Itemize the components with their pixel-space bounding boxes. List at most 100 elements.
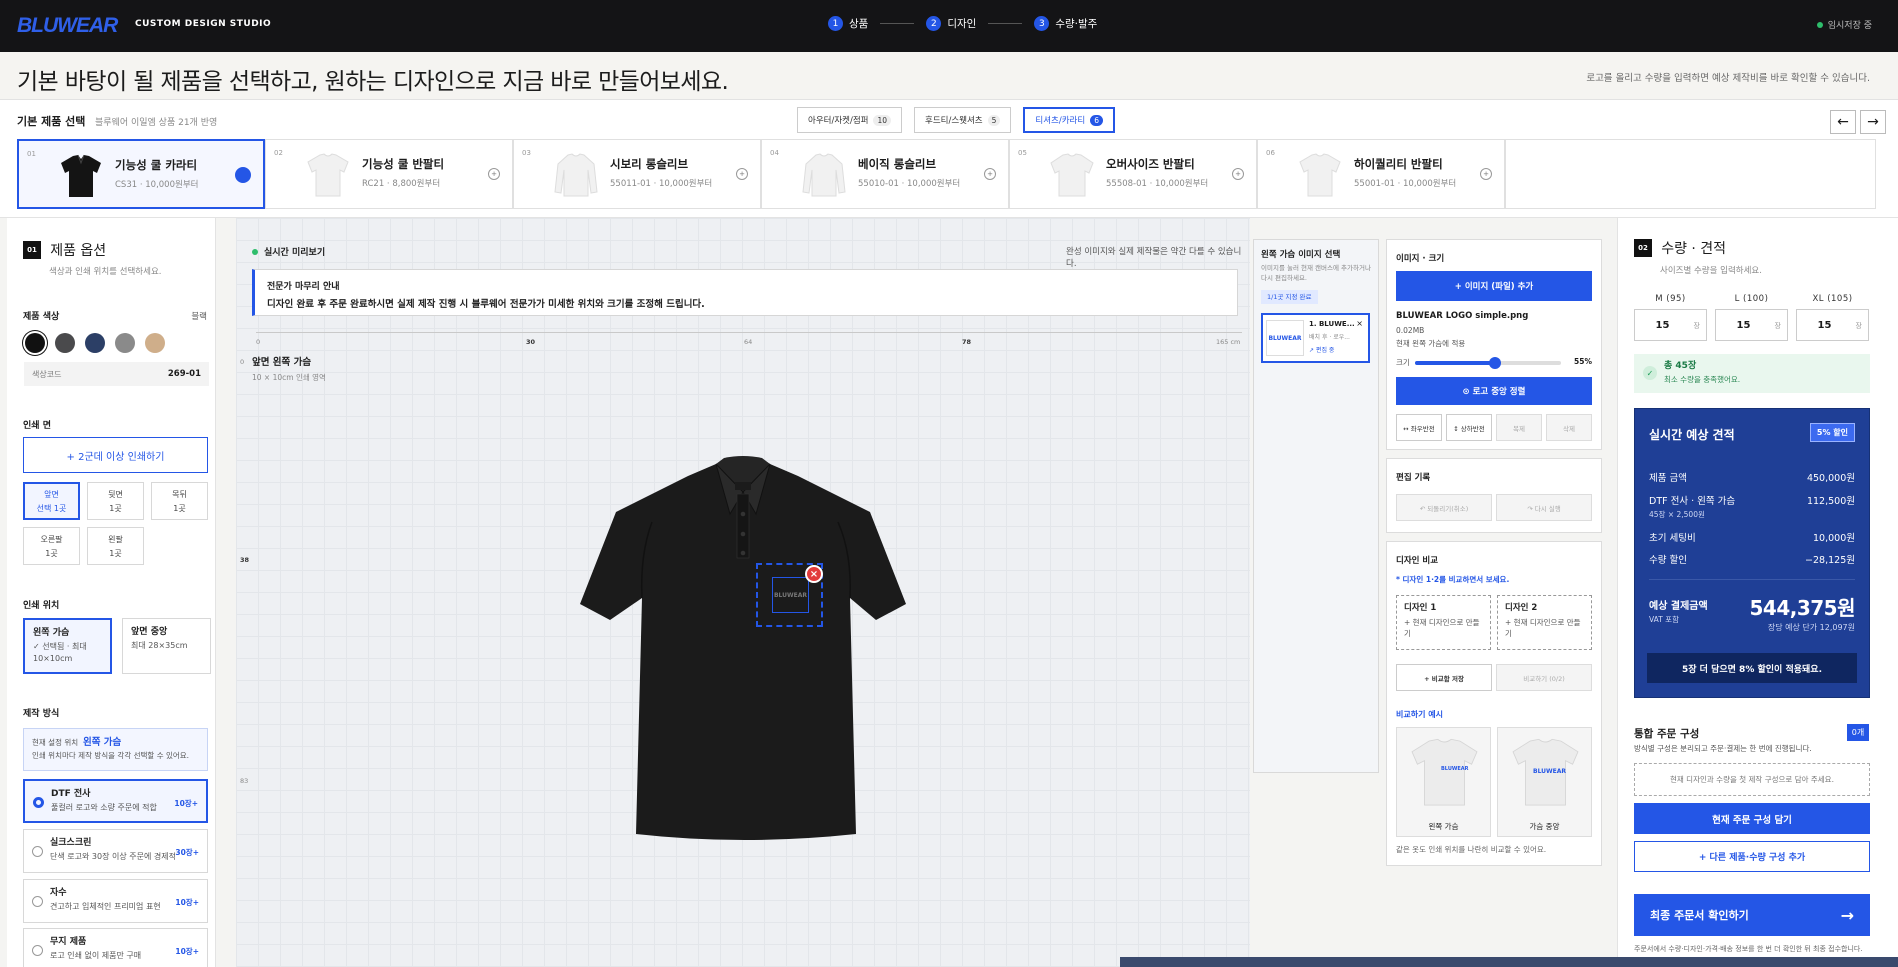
- discount-badge: 5% 할인: [1809, 423, 1855, 442]
- quantity-input[interactable]: 15 장: [1796, 309, 1869, 341]
- color-swatch[interactable]: [145, 333, 165, 353]
- method-dtf[interactable]: DTF 전사 풀컬러 로고와 소량 주문에 적합 10장+: [23, 779, 208, 823]
- bottom-overlay-strip: [1120, 957, 1898, 967]
- add-print-face-button[interactable]: + 2군데 이상 인쇄하기: [23, 437, 208, 473]
- estimate-row: 초기 세팅비 10,000원: [1649, 533, 1855, 544]
- view-compare-button[interactable]: 비교하기 (0/2): [1496, 664, 1592, 691]
- color-swatches: [25, 333, 165, 353]
- edit-history-panel: 편집 기록 ↶ 되돌리기(취소) ↷ 다시 실행: [1386, 458, 1602, 533]
- flip-horizontal-button[interactable]: ↔ 좌우반전: [1396, 414, 1442, 441]
- color-swatch[interactable]: [115, 333, 135, 353]
- product-card[interactable]: 03 시보리 롱슬리브 55011-01 · 10,000원부터 +: [513, 139, 761, 209]
- close-icon[interactable]: ×: [1356, 319, 1363, 328]
- live-preview-label: 실시간 미리보기: [252, 245, 325, 258]
- method-embroidery[interactable]: 자수 견고하고 입체적인 프리미엄 표현 10장+: [23, 879, 208, 923]
- plus-circle-icon: +: [736, 168, 748, 180]
- face-front[interactable]: 앞면 선택 1곳: [23, 482, 80, 520]
- product-card[interactable]: 05 오버사이즈 반팔티 55508-01 · 10,000원부터 +: [1009, 139, 1257, 209]
- product-selector-subtitle: 블루웨어 이일엠 상품 21개 반영: [95, 118, 218, 128]
- color-swatch[interactable]: [25, 333, 45, 353]
- ruler-tick: 30: [526, 338, 536, 346]
- flip-vertical-button[interactable]: ↕ 상하반전: [1446, 414, 1492, 441]
- quantity-input[interactable]: 15 장: [1634, 309, 1707, 341]
- product-card-list: 01 기능성 쿨 카라티 CS31 · 10,000원부터 02 기능성 쿨 반…: [17, 139, 1876, 209]
- save-compare-button[interactable]: + 비교함 저장: [1396, 664, 1492, 691]
- category-tab-hoodie[interactable]: 후드티/스웻셔츠 5: [914, 107, 1012, 133]
- color-swatch[interactable]: [55, 333, 75, 353]
- design-slot-2[interactable]: 디자인 2 + 현재 디자인으로 만들기: [1497, 595, 1592, 650]
- step-divider: [880, 23, 915, 24]
- product-card[interactable]: 04 베이직 롱슬리브 55010-01 · 10,000원부터 +: [761, 139, 1009, 209]
- combo-empty-state: 현재 디자인과 수량을 첫 제작 구성으로 담아 주세요.: [1634, 763, 1870, 796]
- image-select-title: 왼쪽 가슴 이미지 선택: [1261, 250, 1341, 260]
- hero-banner: 기본 바탕이 될 제품을 선택하고, 원하는 디자인으로 지금 바로 만들어보세…: [0, 52, 1898, 100]
- product-card[interactable]: 06 하이퀄리티 반팔티 55001-01 · 10,000원부터 +: [1257, 139, 1505, 209]
- ruler-tick: 83: [240, 777, 249, 785]
- selected-radio-icon: [235, 167, 251, 183]
- logo-placement[interactable]: BLUWEAR: [772, 577, 809, 613]
- plus-circle-icon: +: [984, 168, 996, 180]
- file-name: BLUWEAR LOGO simple.png: [1396, 311, 1529, 321]
- step-divider: [988, 23, 1023, 24]
- brand-logo[interactable]: BLUWEAR: [17, 14, 118, 38]
- combo-title: 통합 주문 구성: [1634, 728, 1700, 740]
- combo-subtitle: 방식별 구성은 분리되고 주문·결제는 한 번에 진행됩니다.: [1634, 744, 1812, 753]
- ruler-tick: 38: [240, 556, 250, 564]
- prev-arrow-button[interactable]: ←: [1830, 110, 1856, 134]
- product-selector-title: 기본 제품 선택: [17, 115, 86, 128]
- final-note: 주문서에서 수량·디자인·가격·배송 정보를 한 번 더 확인한 뒤 최종 접수…: [1634, 945, 1863, 953]
- redo-button[interactable]: ↷ 다시 실행: [1496, 494, 1592, 521]
- product-selector: 기본 제품 선택 블루웨어 이일엠 상품 21개 반영 아우터/자켓/점퍼 10 …: [0, 100, 1898, 218]
- status-badge: 1/1곳 지정 완료: [1261, 290, 1318, 304]
- design-slot-1[interactable]: 디자인 1 + 현재 디자인으로 만들기: [1396, 595, 1491, 650]
- product-card[interactable]: 01 기능성 쿨 카라티 CS31 · 10,000원부터: [17, 139, 265, 209]
- estimate-card: 실시간 예상 견적 5% 할인 제품 금액 450,000원 DTF 전사 · 왼…: [1634, 408, 1870, 698]
- tshirt-thumbnail: [1050, 153, 1094, 197]
- face-right-arm[interactable]: 오른팔 1곳: [23, 527, 80, 565]
- quantity-input[interactable]: 15 장: [1715, 309, 1788, 341]
- estimate-row: DTF 전사 · 왼쪽 가슴 112,500원: [1649, 496, 1855, 507]
- add-other-product-button[interactable]: + 다른 제품·수량 구성 추가: [1634, 841, 1870, 872]
- image-item[interactable]: BLUWEAR 1. BLUWE... 배치 후 · 로우... ↗ 편집 중 …: [1261, 313, 1370, 363]
- face-neck[interactable]: 목뒤 1곳: [151, 482, 208, 520]
- add-order-config-button[interactable]: 현재 주문 구성 담기: [1634, 803, 1870, 834]
- product-options-panel: 01 제품 옵션 색상과 인쇄 위치를 선택하세요. 제품 색상 블랙 색상코드…: [7, 218, 216, 967]
- delete-button[interactable]: 삭제: [1546, 414, 1592, 441]
- duplicate-button[interactable]: 복제: [1496, 414, 1542, 441]
- product-card[interactable]: 02 기능성 쿨 반팔티 RC21 · 8,800원부터 +: [265, 139, 513, 209]
- compare-title: 디자인 비교: [1396, 556, 1439, 566]
- estimate-row: 제품 금액 450,000원: [1649, 473, 1855, 484]
- step-design[interactable]: 2 디자인: [926, 16, 976, 31]
- category-tab-outer[interactable]: 아우터/자켓/점퍼 10: [797, 107, 903, 133]
- compare-note: 같은 옷도 인쇄 위치를 나란히 비교할 수 있어요.: [1396, 845, 1547, 854]
- tshirt-thumbnail: [1299, 153, 1341, 197]
- center-logo-button[interactable]: ⊙ 로고 중앙 정렬: [1396, 377, 1592, 405]
- size-quantity-inputs: M (95) 15 장 L (100) 15 장 XL (105) 15 장: [1634, 294, 1869, 341]
- method-label: 제작 방식: [23, 709, 60, 719]
- face-left-arm[interactable]: 왼팔 1곳: [87, 527, 144, 565]
- next-arrow-button[interactable]: →: [1860, 110, 1886, 134]
- method-plain[interactable]: 무지 제품 로고 인쇄 없이 제품만 구매 10장+: [23, 928, 208, 967]
- final-order-button[interactable]: 최종 주문서 확인하기 →: [1634, 894, 1870, 936]
- face-back[interactable]: 뒷면 1곳: [87, 482, 144, 520]
- plus-circle-icon: +: [1480, 168, 1492, 180]
- position-left-chest[interactable]: 왼쪽 가슴 ✓ 선택됨 · 최대 10×10cm: [23, 618, 112, 674]
- add-image-button[interactable]: + 이미지 (파일) 추가: [1396, 271, 1592, 301]
- position-front-center[interactable]: 앞면 중앙 최대 28×35cm: [122, 618, 211, 674]
- design-canvas[interactable]: 실시간 미리보기 완성 이미지와 실제 제작물은 약간 다를 수 있습니다. 전…: [236, 218, 1250, 967]
- longsleeve-thumbnail: [554, 153, 598, 197]
- section-header: 01 제품 옵션: [23, 240, 106, 260]
- delete-logo-icon[interactable]: ×: [805, 565, 823, 583]
- step-product[interactable]: 1 상품: [828, 16, 868, 31]
- size-l: L (100) 15 장: [1715, 294, 1788, 341]
- step-order[interactable]: 3 수량·발주: [1034, 16, 1097, 31]
- method-silkscreen[interactable]: 실크스크린 단색 로고와 30장 이상 주문에 경제적 30장+: [23, 829, 208, 873]
- undo-button[interactable]: ↶ 되돌리기(취소): [1396, 494, 1492, 521]
- slider-handle[interactable]: [1489, 357, 1502, 369]
- color-swatch[interactable]: [85, 333, 105, 353]
- ruler-tick: 0: [256, 338, 261, 346]
- image-select-panel: 왼쪽 가슴 이미지 선택 이미지를 눌러 현재 캔버스에 추가하거나 다시 편집…: [1253, 239, 1379, 773]
- size-slider[interactable]: [1415, 357, 1561, 369]
- size-value: 55%: [1574, 357, 1592, 366]
- category-tab-tshirt[interactable]: 티셔츠/카라티 6: [1023, 107, 1115, 133]
